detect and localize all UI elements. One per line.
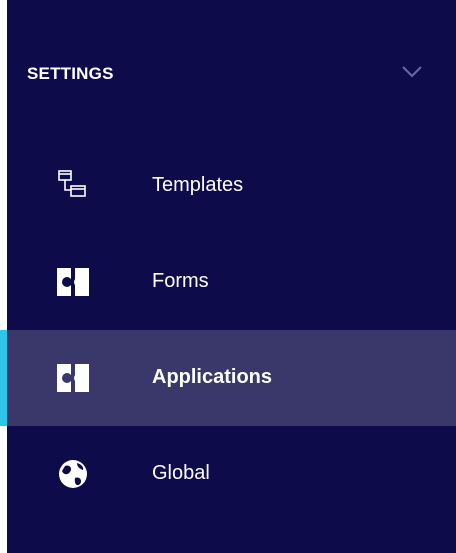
puzzle-icon: [57, 364, 89, 392]
settings-section-header[interactable]: SETTINGS: [7, 24, 456, 124]
sidebar-item-global[interactable]: Global: [7, 426, 456, 522]
chevron-down-icon[interactable]: [399, 58, 425, 84]
sidebar-item-label: Global: [152, 462, 210, 484]
sidebar-item-label: Forms: [152, 270, 209, 292]
sidebar-item-forms[interactable]: Forms: [7, 234, 456, 330]
active-indicator: [0, 330, 7, 426]
sidebar-item-label: Templates: [152, 174, 244, 196]
sidebar-item-label: Applications: [152, 366, 273, 388]
sidebar-item-templates[interactable]: Templates: [7, 138, 456, 234]
settings-sidebar: SETTINGS Templates Forms Applications Gl…: [0, 0, 456, 553]
puzzle-icon: [57, 268, 89, 296]
section-title: SETTINGS: [27, 64, 114, 83]
templates-icon: [58, 170, 86, 197]
globe-icon: [59, 460, 87, 488]
sidebar-item-applications[interactable]: Applications: [0, 330, 456, 426]
